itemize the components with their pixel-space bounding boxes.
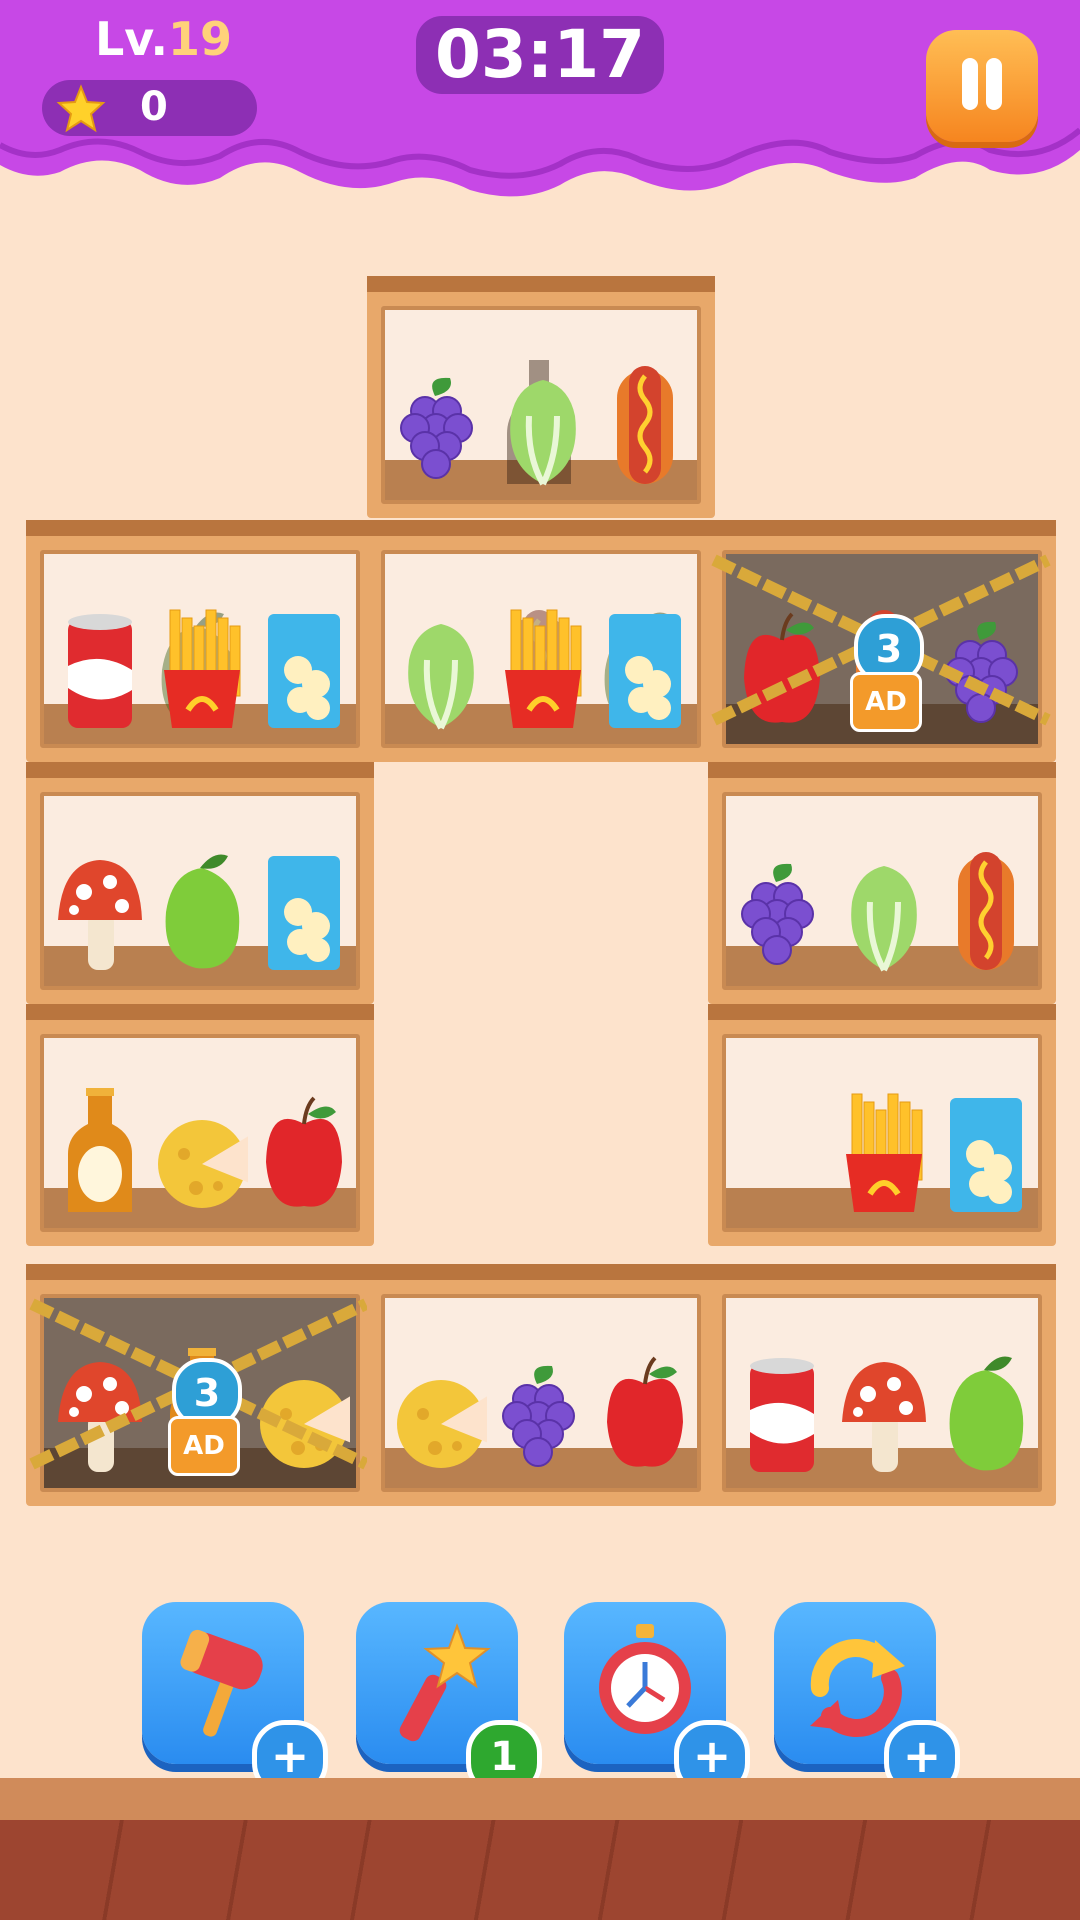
ad-padlock-button[interactable]: AD <box>168 1416 240 1476</box>
pause-button[interactable] <box>926 30 1038 142</box>
shelf-r2-left <box>26 762 374 1004</box>
shuffle-booster-button[interactable]: + <box>774 1602 960 1796</box>
level-label: Lv.19 <box>95 12 232 66</box>
chips-item[interactable] <box>258 842 350 972</box>
shelf-inner <box>381 1294 701 1492</box>
shelf-top <box>367 520 715 536</box>
shelf-r4-left[interactable]: 3 AD <box>26 1264 374 1506</box>
stopwatch-booster-button[interactable]: + <box>564 1602 750 1796</box>
chips-item[interactable] <box>599 600 691 730</box>
shelf-r3-left <box>26 1004 374 1246</box>
shelf-top <box>26 520 374 536</box>
countdown-timer: 03:17 <box>416 16 664 94</box>
shelf-top <box>367 1264 715 1280</box>
lettuce-item[interactable] <box>838 842 930 972</box>
beer-item[interactable] <box>54 1084 146 1214</box>
shelf-inner <box>722 792 1042 990</box>
level-number: 19 <box>168 12 233 66</box>
shelf-r3-right <box>708 1004 1056 1246</box>
wand-booster-button[interactable]: 1 <box>356 1602 542 1796</box>
wood-floor <box>0 1820 1080 1920</box>
shelf-top <box>26 762 374 778</box>
shelf-r1-right[interactable]: 3 AD <box>708 520 1056 762</box>
pause-icon-bar <box>986 58 1002 110</box>
shelf-top-center <box>367 276 715 518</box>
soda-can-item[interactable] <box>54 600 146 730</box>
shelf-r2-right <box>708 762 1056 1004</box>
fries-item[interactable] <box>838 1084 930 1214</box>
grapes-item[interactable] <box>395 356 487 486</box>
star-count: 0 <box>140 84 168 130</box>
lettuce-item[interactable] <box>497 356 589 486</box>
mushroom-item[interactable] <box>54 842 146 972</box>
shelf-inner <box>722 1294 1042 1492</box>
shelf-top <box>367 276 715 292</box>
shelf-inner <box>40 1034 360 1232</box>
shelf-inner <box>381 550 701 748</box>
hotdog-item[interactable] <box>940 842 1032 972</box>
shelf-r4-right <box>708 1264 1056 1506</box>
level-prefix: Lv. <box>95 12 169 66</box>
mango-item[interactable] <box>156 842 248 972</box>
apple-item[interactable] <box>599 1344 691 1474</box>
grapes-item[interactable] <box>497 1344 589 1474</box>
fries-item[interactable] <box>497 600 589 730</box>
chips-item[interactable] <box>940 1084 1032 1214</box>
soda-can-item[interactable] <box>736 1344 828 1474</box>
fries-item[interactable] <box>156 600 248 730</box>
shelf-inner <box>40 792 360 990</box>
apple-item[interactable] <box>258 1084 350 1214</box>
shelf-inner <box>722 1034 1042 1232</box>
hammer-booster-button[interactable]: + <box>142 1602 328 1796</box>
shelf-top <box>708 762 1056 778</box>
star-icon <box>56 84 106 133</box>
grapes-item[interactable] <box>736 842 828 972</box>
shelf-r4-center <box>367 1264 715 1506</box>
mango-item[interactable] <box>940 1344 1032 1474</box>
shelf-r1-left <box>26 520 374 762</box>
shelf-inner <box>381 306 701 504</box>
shelf-r1-center <box>367 520 715 762</box>
shelf-inner <box>40 550 360 748</box>
cheese-item[interactable] <box>395 1344 487 1474</box>
shelf-top <box>708 1264 1056 1280</box>
floor-trim <box>0 1778 1080 1820</box>
shelf-top <box>708 1004 1056 1020</box>
chips-item[interactable] <box>258 600 350 730</box>
mushroom-item[interactable] <box>838 1344 930 1474</box>
ad-padlock-button[interactable]: AD <box>850 672 922 732</box>
lettuce-item[interactable] <box>395 600 487 730</box>
shelf-top <box>26 1004 374 1020</box>
hotdog-item[interactable] <box>599 356 691 486</box>
pause-icon <box>962 58 978 110</box>
cheese-item[interactable] <box>156 1084 248 1214</box>
